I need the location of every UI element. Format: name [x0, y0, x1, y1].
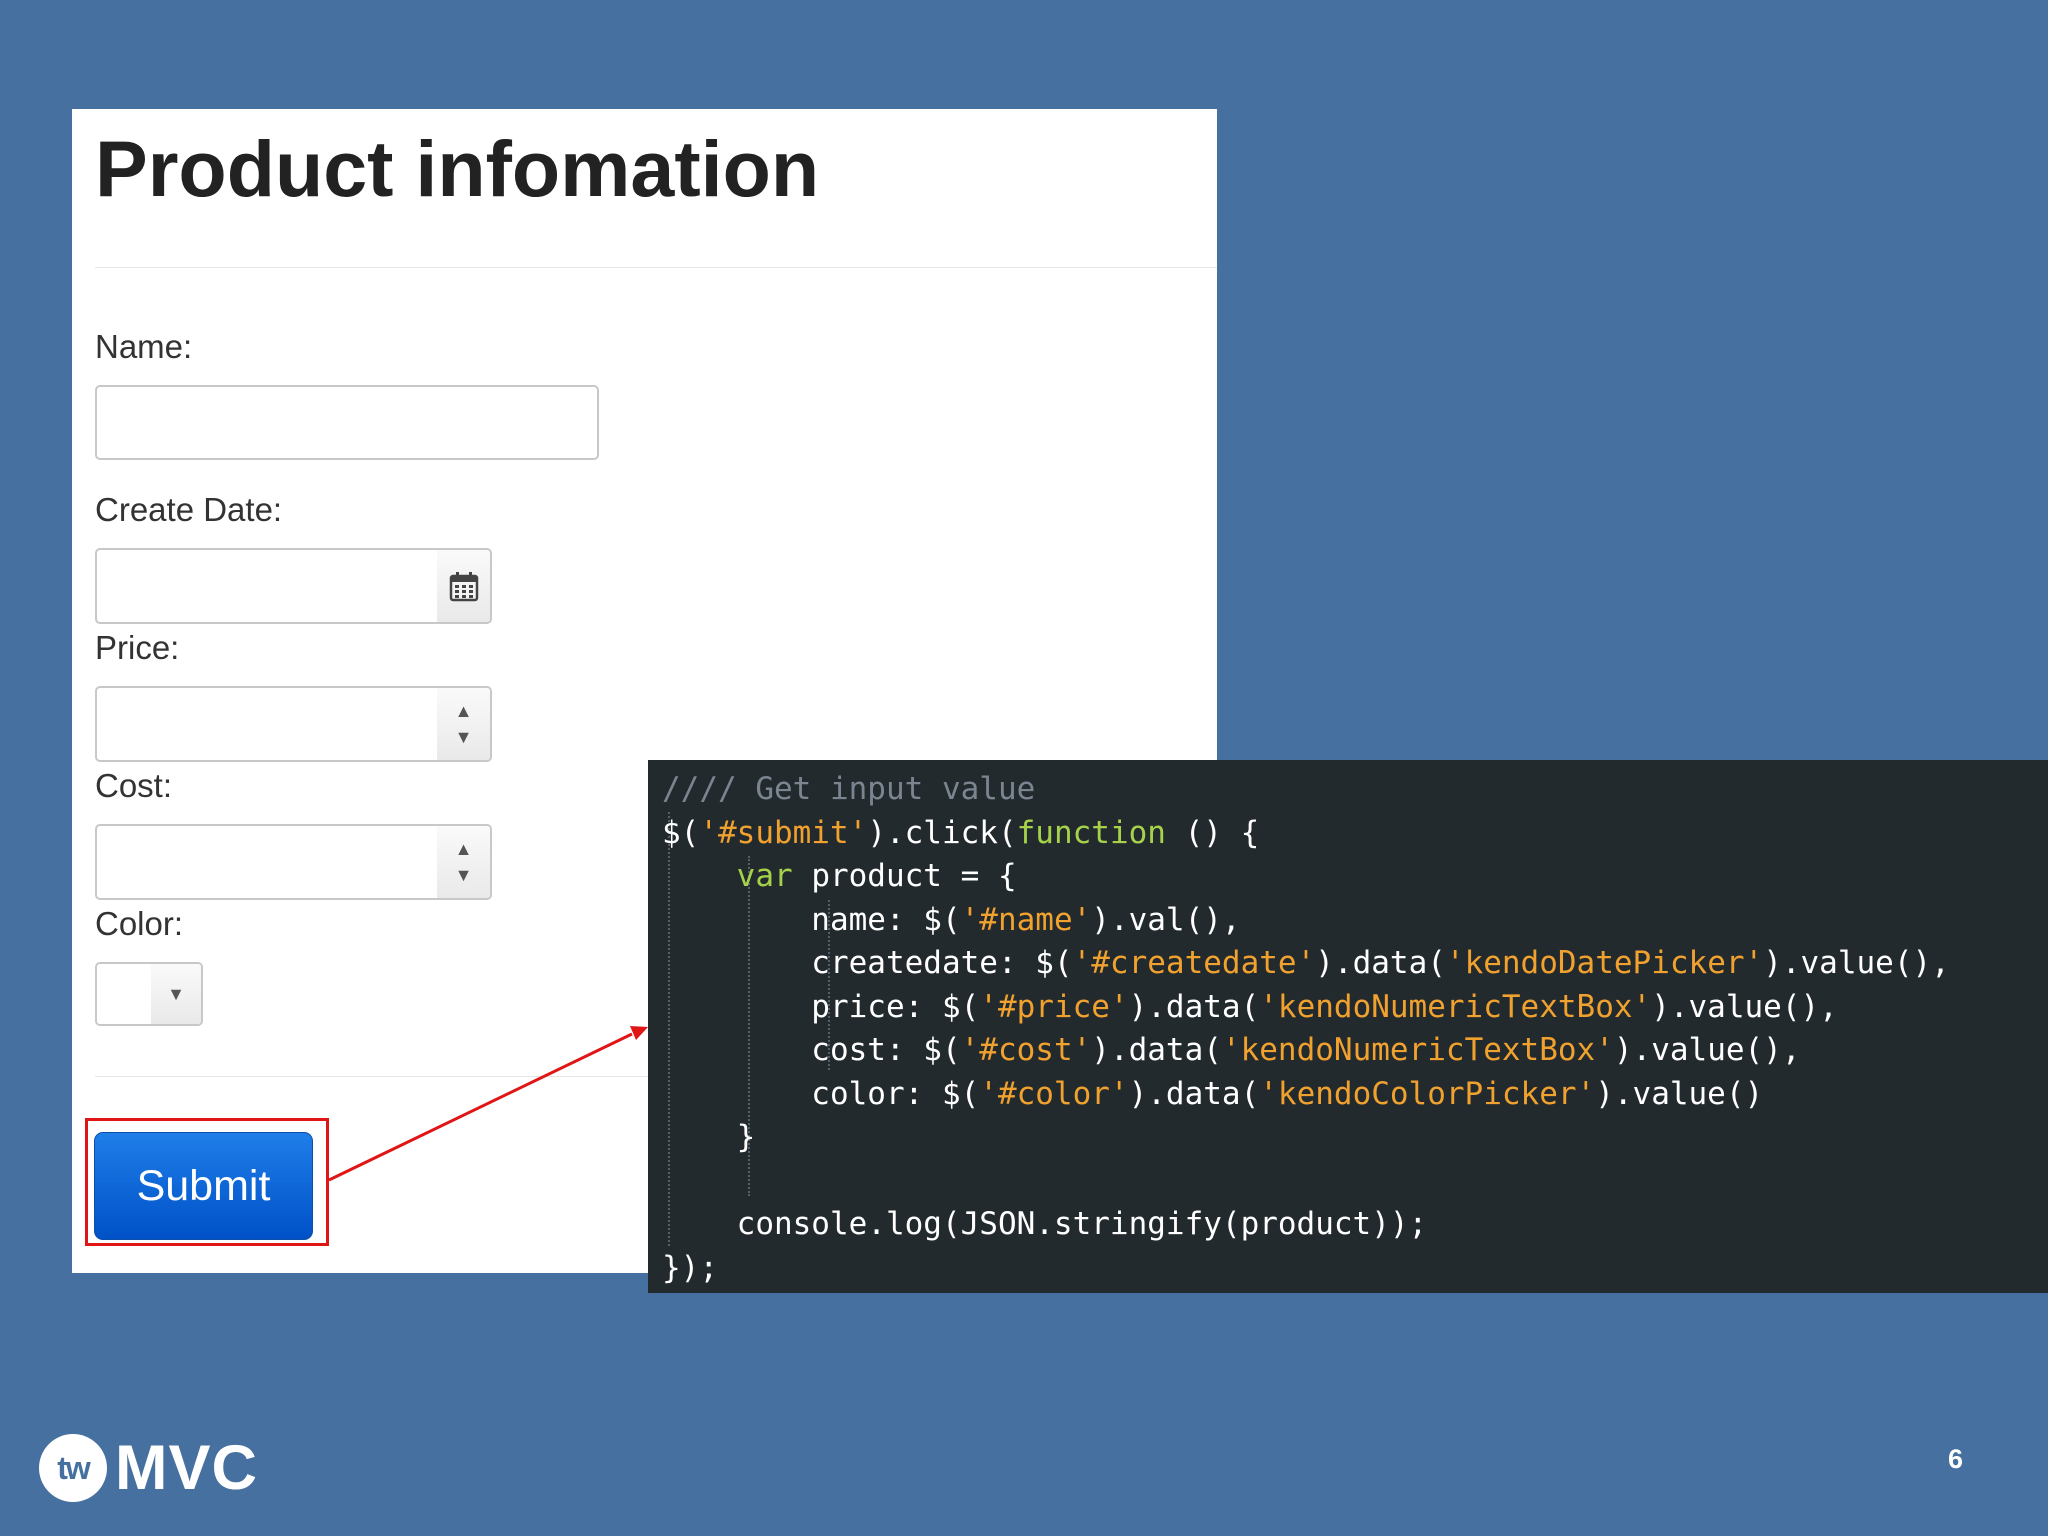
- code-token: ).data(: [1315, 945, 1446, 981]
- create-date-picker: [95, 548, 492, 624]
- code-token: price: $(: [662, 988, 980, 1025]
- cost-label: Cost:: [95, 767, 173, 804]
- code-token: 'kendoNumericTextBox': [1259, 988, 1652, 1025]
- price-label: Price:: [95, 629, 180, 666]
- code-token: ).val(),: [1091, 901, 1241, 938]
- cost-value-area: [97, 826, 439, 898]
- spinner-arrows-icon: ▲ ▼: [455, 836, 473, 888]
- code-token: ).data(: [1128, 1075, 1260, 1112]
- code-token: name: $(: [662, 901, 961, 938]
- code-line: name: $('#name').val(),: [662, 899, 1950, 943]
- code-token: function: [1016, 814, 1166, 851]
- price-numeric-box: ▲ ▼: [95, 686, 492, 762]
- code-token: createdate: $(: [662, 945, 1073, 981]
- page-number: 6: [1948, 1444, 1964, 1474]
- code-token: 'kendoNumericTextBox': [1221, 1032, 1614, 1068]
- calendar-icon: [449, 572, 478, 602]
- code-token: ).data(: [1091, 1032, 1222, 1068]
- name-input[interactable]: [97, 387, 597, 458]
- code-token: '#createdate': [1072, 945, 1316, 981]
- code-token: var: [736, 858, 793, 894]
- spinner-arrows-icon: ▲ ▼: [455, 698, 473, 750]
- create-date-label: Create Date:: [95, 491, 283, 528]
- code-token: }: [662, 1119, 756, 1155]
- cost-input[interactable]: [97, 826, 437, 898]
- create-date-value-area: [97, 550, 439, 622]
- logo-mark: tw: [39, 1434, 107, 1502]
- cost-numeric-box: ▲ ▼: [95, 824, 492, 900]
- price-spinner: ▲ ▼: [437, 688, 490, 760]
- code-token: '#submit': [699, 814, 868, 851]
- color-label: Color:: [95, 905, 184, 942]
- price-decrease-arrow[interactable]: ▼: [455, 724, 473, 750]
- price-value-area: [97, 688, 439, 760]
- price-increase-arrow[interactable]: ▲: [455, 698, 473, 724]
- code-token: ).value(),: [1763, 945, 1950, 981]
- code-token: ).value(),: [1651, 988, 1838, 1025]
- code-line: }: [662, 1116, 1950, 1160]
- code-token: //// Get input value: [662, 771, 1036, 807]
- code-token: '#color': [979, 1075, 1129, 1112]
- chevron-down-icon[interactable]: ▼: [151, 964, 201, 1024]
- code-line: var product = {: [662, 855, 1950, 899]
- code-token: ).value(): [1595, 1075, 1764, 1112]
- code-token: ).click(: [867, 814, 1017, 851]
- cost-spinner: ▲ ▼: [437, 826, 490, 898]
- code-line: createdate: $('#createdate').data('kendo…: [662, 942, 1950, 986]
- code-token: });: [662, 1249, 718, 1286]
- code-block: //// Get input value $('#submit').click(f…: [662, 768, 1950, 1290]
- code-line: color: $('#color').data('kendoColorPicke…: [662, 1073, 1950, 1117]
- code-line: });: [662, 1247, 1950, 1291]
- code-token: '#price': [979, 988, 1129, 1025]
- title-divider: [95, 267, 1217, 268]
- code-token: 'kendoColorPicker': [1259, 1075, 1596, 1112]
- code-token: console.log(JSON.stringify(product));: [662, 1206, 1428, 1242]
- code-token: color: $(: [662, 1075, 980, 1112]
- code-token: product = {: [792, 858, 1017, 894]
- code-token: ).value(),: [1613, 1032, 1801, 1068]
- code-line: cost: $('#cost').data('kendoNumericTextB…: [662, 1029, 1950, 1073]
- name-label: Name:: [95, 328, 193, 365]
- code-line: $('#submit').click(function () {: [662, 812, 1950, 856]
- create-date-input[interactable]: [97, 550, 437, 622]
- code-token: cost: $(: [662, 1032, 961, 1068]
- name-field-box: [95, 385, 599, 460]
- code-snippet-panel: //// Get input value $('#submit').click(f…: [648, 760, 2048, 1293]
- code-token: '#cost': [960, 1032, 1092, 1068]
- submit-button[interactable]: Submit: [94, 1132, 313, 1240]
- code-line: price: $('#price').data('kendoNumericTex…: [662, 986, 1950, 1030]
- code-line: //// Get input value: [662, 768, 1950, 812]
- cost-increase-arrow[interactable]: ▲: [455, 836, 473, 862]
- calendar-button[interactable]: [437, 550, 490, 622]
- code-token: 'kendoDatePicker': [1445, 945, 1764, 981]
- logo: tw MVC: [39, 1432, 258, 1504]
- page-title: Product infomation: [95, 124, 820, 213]
- price-input[interactable]: [97, 688, 437, 760]
- cost-decrease-arrow[interactable]: ▼: [455, 862, 473, 888]
- logo-text: MVC: [115, 1433, 258, 1503]
- code-token: $(: [662, 814, 700, 851]
- color-picker[interactable]: ▼: [95, 962, 203, 1026]
- code-line: console.log(JSON.stringify(product));: [662, 1203, 1950, 1247]
- code-token: ).data(: [1128, 988, 1260, 1025]
- code-token: '#name': [960, 901, 1092, 938]
- code-token: () {: [1165, 814, 1260, 851]
- color-swatch: [97, 964, 153, 1024]
